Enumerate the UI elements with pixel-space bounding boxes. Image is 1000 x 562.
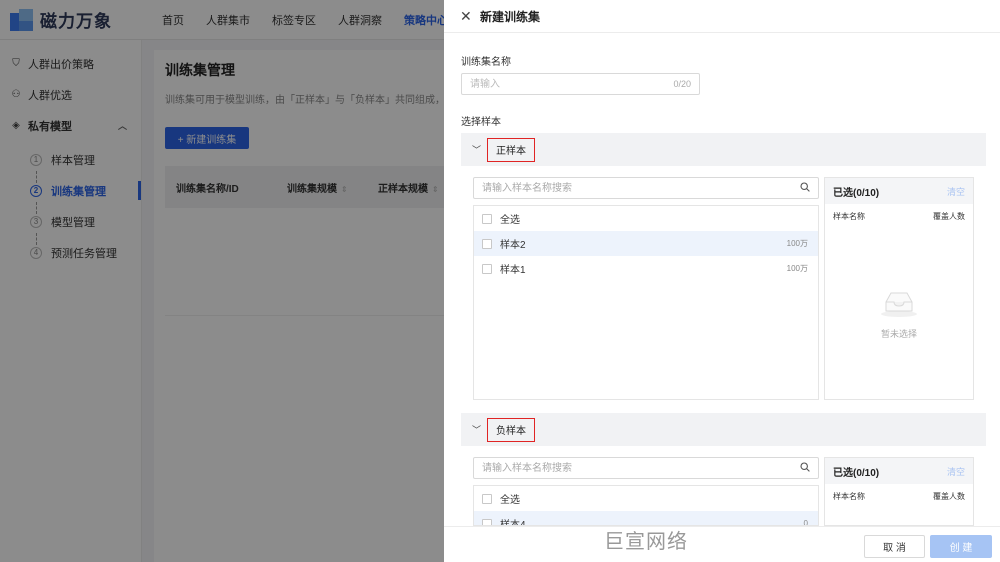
empty-text: 暂未选择 bbox=[880, 329, 917, 339]
list-item[interactable]: 样本1 100万 bbox=[474, 256, 818, 281]
sample-coverage: 0 bbox=[803, 519, 808, 526]
watermark: 巨宣网络 bbox=[604, 531, 688, 553]
search-icon[interactable] bbox=[800, 182, 810, 192]
list-item[interactable]: 样本4 0 bbox=[474, 511, 818, 526]
sample-coverage: 100万 bbox=[786, 264, 808, 273]
sample-checkbox[interactable] bbox=[482, 518, 492, 525]
drawer-title: 新建训练集 bbox=[480, 9, 541, 24]
positive-search-input[interactable] bbox=[474, 178, 784, 198]
trainset-name-input[interactable] bbox=[462, 74, 662, 94]
selected-header: 已选(0/10) 清空 bbox=[825, 458, 973, 484]
negative-search-field[interactable] bbox=[473, 457, 819, 479]
chevron-down-icon[interactable]: ﹀ bbox=[472, 423, 481, 436]
empty-state: 暂未选择 bbox=[825, 288, 973, 340]
trainset-name-label: 训练集名称 bbox=[461, 57, 511, 68]
select-sample-label: 选择样本 bbox=[461, 117, 501, 128]
char-count: 0/20 bbox=[673, 79, 691, 89]
negative-section-header[interactable]: ﹀ 负样本 bbox=[461, 413, 986, 446]
clear-button[interactable]: 清空 bbox=[947, 185, 965, 198]
positive-sample-list: 全选 样本2 100万 样本1 100万 bbox=[473, 205, 819, 400]
chevron-down-icon[interactable]: ﹀ bbox=[472, 143, 481, 156]
column-sample-name: 样本名称 bbox=[833, 491, 865, 501]
column-sample-name: 样本名称 bbox=[833, 211, 865, 221]
selected-count: 已选(0/10) bbox=[833, 187, 880, 199]
select-all-checkbox[interactable] bbox=[482, 493, 492, 504]
column-coverage: 覆盖人数 bbox=[933, 211, 965, 221]
cancel-button[interactable]: 取 消 bbox=[864, 535, 925, 558]
select-all-checkbox[interactable] bbox=[482, 213, 492, 224]
select-all-label: 全选 bbox=[500, 215, 520, 226]
empty-inbox-icon bbox=[881, 292, 917, 317]
create-button[interactable]: 创 建 bbox=[930, 535, 992, 558]
sample-coverage: 100万 bbox=[786, 239, 808, 248]
negative-section-title: 负样本 bbox=[487, 417, 536, 442]
positive-search-field[interactable] bbox=[473, 177, 819, 199]
select-all-row[interactable]: 全选 bbox=[474, 486, 818, 511]
sample-name: 样本1 bbox=[500, 265, 526, 276]
negative-selected-panel: 已选(0/10) 清空 样本名称 覆盖人数 bbox=[824, 457, 974, 526]
positive-section-title: 正样本 bbox=[487, 137, 536, 162]
negative-sample-list: 全选 样本4 0 bbox=[473, 485, 819, 526]
positive-selected-panel: 已选(0/10) 清空 样本名称 覆盖人数 暂未选择 bbox=[824, 177, 974, 400]
positive-section-header[interactable]: ﹀ 正样本 bbox=[461, 133, 986, 166]
close-icon[interactable]: ✕ bbox=[460, 8, 474, 25]
column-coverage: 覆盖人数 bbox=[933, 491, 965, 501]
trainset-name-field[interactable]: 0/20 bbox=[461, 73, 700, 95]
selected-columns: 样本名称 覆盖人数 bbox=[825, 204, 973, 228]
search-icon[interactable] bbox=[800, 462, 810, 472]
select-all-label: 全选 bbox=[500, 495, 520, 506]
negative-search-input[interactable] bbox=[474, 458, 784, 478]
drawer-footer: 取 消 创 建 bbox=[444, 526, 1000, 562]
selected-count: 已选(0/10) bbox=[833, 467, 880, 479]
selected-header: 已选(0/10) 清空 bbox=[825, 178, 973, 204]
drawer-header: ✕ 新建训练集 bbox=[444, 0, 1000, 33]
select-all-row[interactable]: 全选 bbox=[474, 206, 818, 231]
sample-name: 样本2 bbox=[500, 240, 526, 251]
clear-button[interactable]: 清空 bbox=[947, 465, 965, 478]
sample-checkbox[interactable] bbox=[482, 238, 492, 249]
list-item[interactable]: 样本2 100万 bbox=[474, 231, 818, 256]
sample-checkbox[interactable] bbox=[482, 263, 492, 274]
new-trainset-drawer: ✕ 新建训练集 训练集名称 0/20 选择样本 ﹀ 正样本 全选 样本2 100… bbox=[444, 0, 1000, 562]
sample-name: 样本4 bbox=[500, 520, 526, 526]
selected-columns: 样本名称 覆盖人数 bbox=[825, 484, 973, 508]
